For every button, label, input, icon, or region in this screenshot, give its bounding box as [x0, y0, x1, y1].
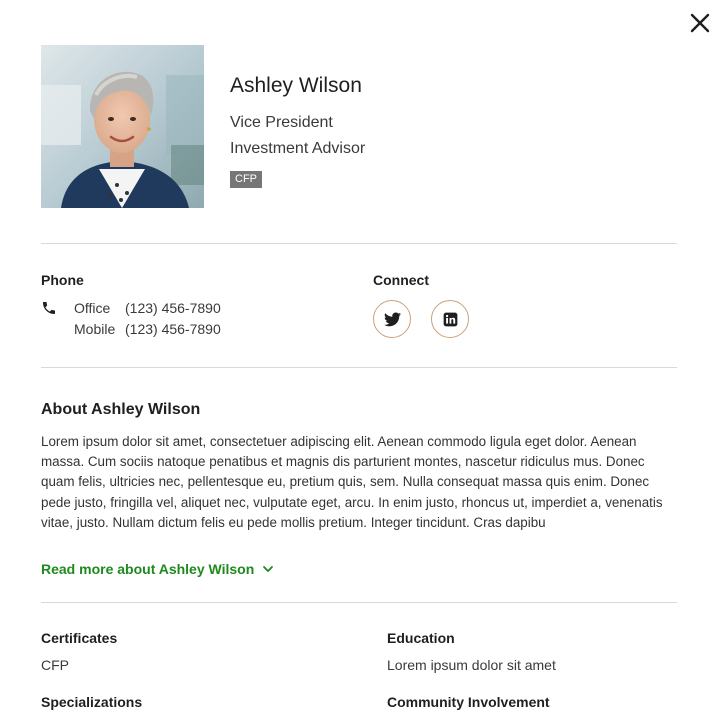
about-body-text: Lorem ipsum dolor sit amet, consectetuer… [41, 434, 663, 530]
education-value: Lorem ipsum dolor sit amet [387, 657, 556, 673]
twitter-icon [383, 311, 401, 326]
linkedin-icon [443, 312, 457, 326]
twitter-button[interactable] [373, 300, 411, 338]
education-label: Education [387, 630, 455, 646]
specializations-label: Specializations [41, 694, 143, 710]
advisor-title-secondary: Investment Advisor [230, 140, 366, 157]
phone-type-mobile: Mobile [74, 321, 116, 337]
community-involvement-label: Community Involvement [387, 694, 550, 710]
read-more-label: Read more about Ashley Wilson [41, 561, 255, 577]
certification-badge: CFP [230, 171, 262, 188]
advisor-name: Ashley Wilson [230, 74, 362, 97]
phone-type-office: Office [74, 300, 111, 316]
read-more-link[interactable]: Read more about Ashley Wilson [41, 561, 274, 577]
close-icon [690, 13, 710, 33]
phone-label: Phone [41, 272, 84, 288]
profile-photo [41, 45, 204, 208]
phone-number-mobile[interactable]: (123) 456-7890 [125, 321, 221, 337]
chevron-down-icon [263, 566, 274, 572]
phone-icon [41, 300, 57, 316]
certificates-label: Certificates [41, 630, 118, 646]
connect-label: Connect [373, 272, 429, 288]
advisor-title-primary: Vice President [230, 114, 333, 131]
about-heading: About Ashley Wilson [41, 401, 201, 418]
certificates-value: CFP [41, 657, 69, 673]
divider [41, 602, 677, 603]
close-button[interactable] [688, 11, 712, 35]
divider [41, 367, 677, 368]
divider [41, 243, 677, 244]
phone-number-office[interactable]: (123) 456-7890 [125, 300, 221, 316]
linkedin-button[interactable] [431, 300, 469, 338]
